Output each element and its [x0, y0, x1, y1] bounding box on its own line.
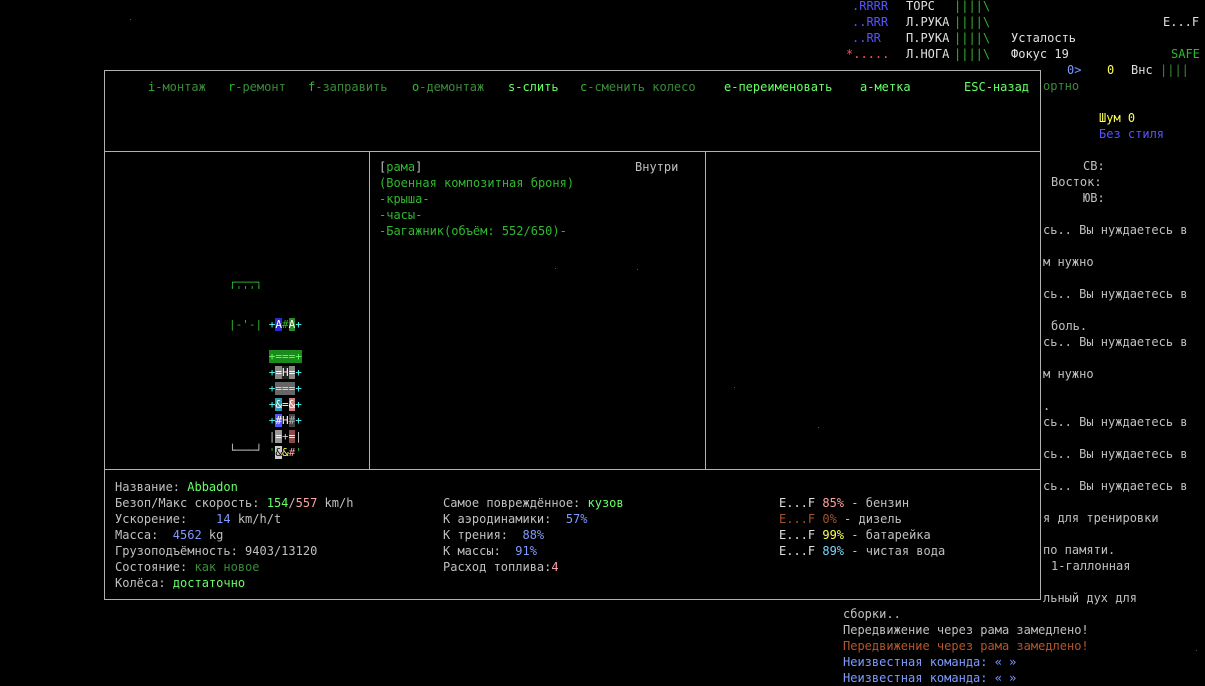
- stat-mass-coef: К массы: 91%: [443, 544, 537, 558]
- part-armor[interactable]: (Военная композитная броня): [379, 175, 574, 191]
- vehicle-interaction-window: i-монтаж r-ремонт f-заправить o-демонтаж…: [104, 70, 1041, 600]
- menu-rename[interactable]: e-переименовать: [724, 79, 832, 95]
- bodypart-larm-name: Л.РУКА: [906, 15, 950, 29]
- stat-friction: К трения: 88%: [443, 528, 545, 542]
- part-header: [рама]: [379, 160, 423, 174]
- part-item-clock[interactable]: -часы-: [379, 207, 422, 223]
- fatigue-status: Усталость: [1011, 31, 1077, 45]
- log-line: м нужно: [1043, 367, 1094, 381]
- stat-fuel-usage: Расход топлива:4: [443, 560, 559, 574]
- log-line: сь.. Вы нуждаетесь в: [1043, 335, 1188, 349]
- log-line: .: [1043, 399, 1051, 413]
- stat-wheels: Колёса: достаточно: [115, 576, 246, 590]
- log-line: Неизвестная команда: « »: [843, 655, 1017, 669]
- fuel-battery: E...F 99% - батарейка: [779, 528, 931, 542]
- part-item-trunk[interactable]: -Багажник(объём: 552/650)-: [379, 223, 567, 239]
- stat-speed: Безоп/Макс скорость: 154/557 km/h: [115, 496, 354, 510]
- noise-status: Шум 0: [1099, 111, 1136, 125]
- log-line: сь.. Вы нуждаетесь в: [1043, 223, 1188, 237]
- menu-change-wheel[interactable]: c-сменить колесо: [580, 79, 696, 95]
- menu-back[interactable]: ESC-назад: [964, 79, 1029, 95]
- log-line: льный дух для: [1043, 591, 1137, 605]
- menu-uninstall[interactable]: o-демонтаж: [412, 79, 484, 95]
- log-line: 1-галлонная: [1051, 559, 1131, 573]
- log-line: боль.: [1051, 319, 1088, 333]
- bodypart-torso-name: ТОРС: [906, 0, 935, 13]
- speed-indicator: 0>: [1067, 63, 1082, 77]
- log-line: Передвижение через рама замедлено!: [843, 623, 1089, 637]
- stat-most-damaged: Самое повреждённое: кузов: [443, 496, 624, 510]
- log-line: м нужно: [1043, 255, 1094, 269]
- menu-repair[interactable]: r-ремонт: [228, 79, 286, 95]
- vns-bar: ||||: [1160, 63, 1189, 77]
- fuel-water: E...F 89% - чистая вода: [779, 544, 946, 558]
- log-line: по памяти.: [1043, 543, 1116, 557]
- stat-acceleration: Ускорение: 14 km/h/t: [115, 512, 282, 526]
- log-line: сь.. Вы нуждаетесь в: [1043, 415, 1188, 429]
- stat-aero: К аэродинамики: 57%: [443, 512, 588, 526]
- sidebar-ortno-fragment: ортно: [1043, 79, 1080, 93]
- safe-mode-indicator: SAFE: [1171, 47, 1200, 61]
- map-dot: [637, 269, 638, 270]
- vns-label: Внс: [1131, 63, 1153, 77]
- bodypart-rarm-name: П.РУКА: [906, 31, 950, 45]
- bodypart-rarm-bar: ||||\: [954, 31, 991, 45]
- bodypart-torso-grid: .RRRR: [852, 0, 889, 13]
- fuel-gasoline: E...F 85% - бензин: [779, 496, 910, 510]
- bodypart-lleg-bar: ||||\: [954, 47, 991, 61]
- style-status: Без стиля: [1099, 127, 1165, 141]
- map-dot: [818, 427, 819, 428]
- menu-install[interactable]: i-монтаж: [148, 79, 206, 95]
- log-line: сь.. Вы нуждаетесь в: [1043, 447, 1188, 461]
- part-item-roof[interactable]: -крыша-: [379, 191, 430, 207]
- bodypart-rarm-grid: ..RR: [852, 31, 881, 45]
- map-dot: [1196, 650, 1197, 651]
- bodypart-lleg-name: Л.НОГА: [906, 47, 950, 61]
- bodypart-lleg-grid: *.....: [846, 47, 890, 61]
- vehicle-map-bottom: └───┘: [229, 444, 263, 457]
- fuel-diesel: E...F 0% - дизель: [779, 512, 902, 526]
- menu-label[interactable]: a-метка: [860, 79, 911, 95]
- log-line: Передвижение через рама замедлено!: [843, 639, 1089, 653]
- bodypart-torso-bar: ||||\: [954, 0, 991, 13]
- top-gauge: E...F: [1163, 15, 1200, 29]
- stat-name: Название: Abbadon: [115, 480, 238, 494]
- log-line: сь.. Вы нуждаетесь в: [1043, 479, 1188, 493]
- stat-condition: Состояние: как новое: [115, 560, 260, 574]
- panel-divider-right: [705, 151, 706, 469]
- focus-status: Фокус 19: [1011, 47, 1069, 61]
- direction-se: ЮВ:: [1083, 191, 1105, 205]
- speed-value: 0: [1107, 63, 1115, 77]
- map-dot: [555, 268, 556, 269]
- log-line: сборки..: [843, 607, 901, 621]
- panel-divider-top: [105, 151, 1040, 152]
- direction-ne: СВ:: [1083, 159, 1105, 173]
- log-line: я для тренировки: [1043, 511, 1159, 525]
- menu-refill[interactable]: f-заправить: [308, 79, 387, 95]
- vehicle-map-dots: ''''': [229, 284, 263, 297]
- panel-divider-left: [369, 151, 370, 469]
- bodypart-larm-grid: ..RRR: [852, 15, 889, 29]
- menu-siphon[interactable]: s-слить: [508, 79, 559, 95]
- stat-mass: Масса: 4562 kg: [115, 528, 224, 542]
- stat-cargo: Грузоподъёмность: 9403/13120: [115, 544, 318, 558]
- map-dot: [734, 387, 735, 388]
- part-location: Внутри: [635, 160, 679, 174]
- log-line: сь.. Вы нуждаетесь в: [1043, 287, 1188, 301]
- vehicle-row: |-'-|: [229, 318, 263, 331]
- bodypart-larm-bar: ||||\: [954, 15, 991, 29]
- map-dot: [130, 19, 131, 20]
- direction-east: Восток:: [1051, 175, 1102, 189]
